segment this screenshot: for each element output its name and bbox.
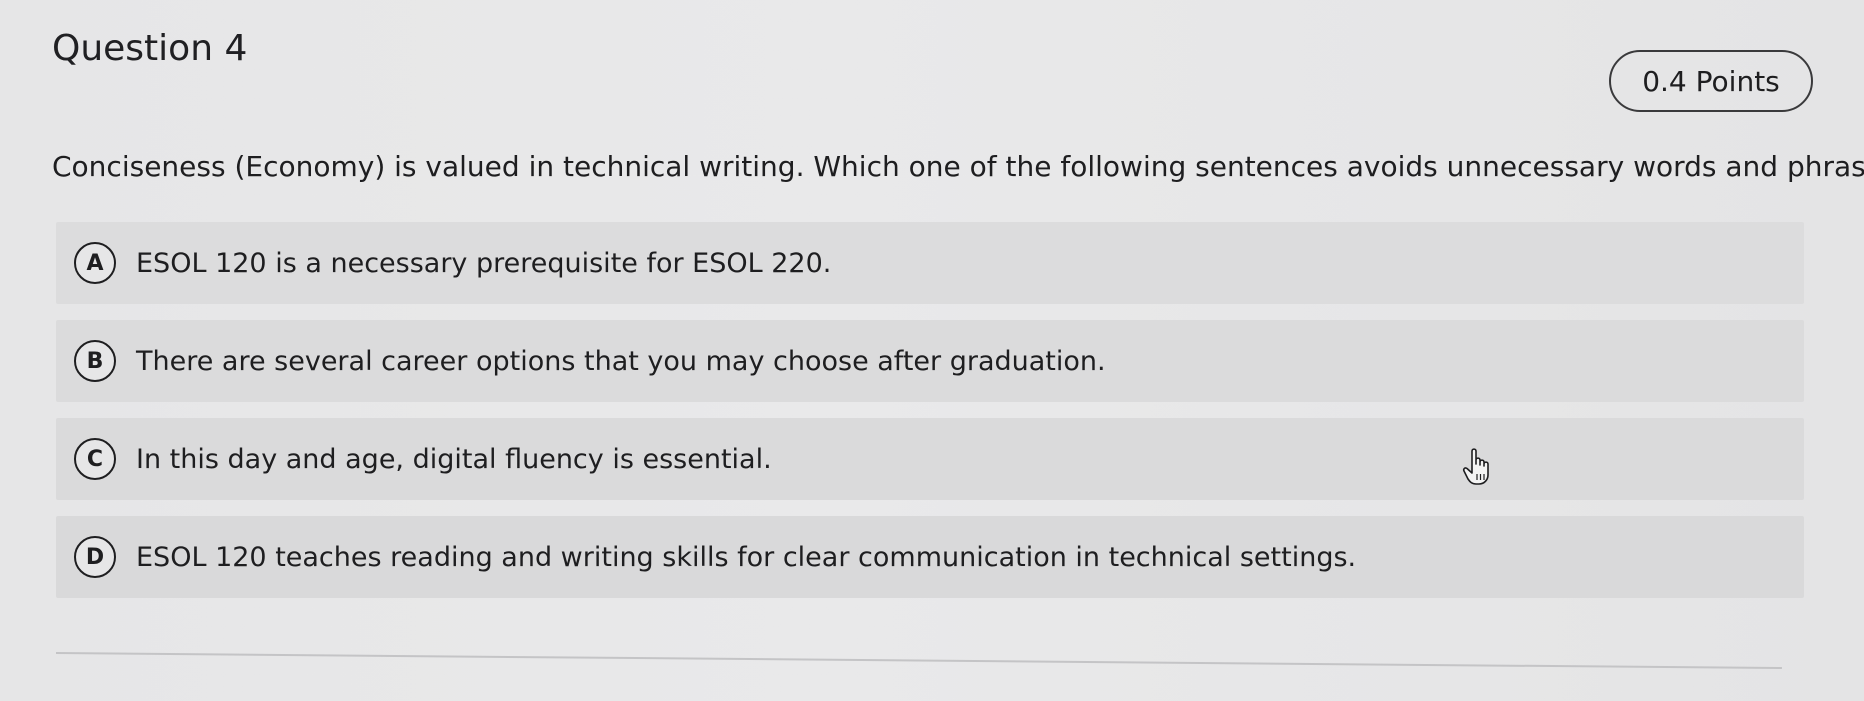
option-d[interactable]: D ESOL 120 teaches reading and writing s… (56, 516, 1804, 598)
option-text: In this day and age, digital fluency is … (136, 443, 772, 475)
option-letter-badge: A (74, 242, 116, 284)
hand-pointer-icon (1462, 448, 1489, 485)
option-letter-badge: C (74, 438, 116, 480)
option-text: There are several career options that yo… (136, 345, 1106, 377)
question-prompt: Conciseness (Economy) is valued in techn… (52, 150, 1864, 183)
option-a[interactable]: A ESOL 120 is a necessary prerequisite f… (56, 222, 1804, 304)
option-c[interactable]: C In this day and age, digital fluency i… (56, 418, 1804, 500)
divider (55, 652, 1782, 670)
option-b[interactable]: B There are several career options that … (56, 320, 1804, 402)
option-letter-badge: D (74, 536, 116, 578)
question-title: Question 4 (52, 28, 248, 69)
option-letter-badge: B (74, 340, 116, 382)
points-badge: 0.4 Points (1609, 50, 1813, 112)
answer-options: A ESOL 120 is a necessary prerequisite f… (56, 222, 1804, 614)
option-text: ESOL 120 is a necessary prerequisite for… (136, 247, 832, 279)
option-text: ESOL 120 teaches reading and writing ski… (136, 541, 1357, 573)
